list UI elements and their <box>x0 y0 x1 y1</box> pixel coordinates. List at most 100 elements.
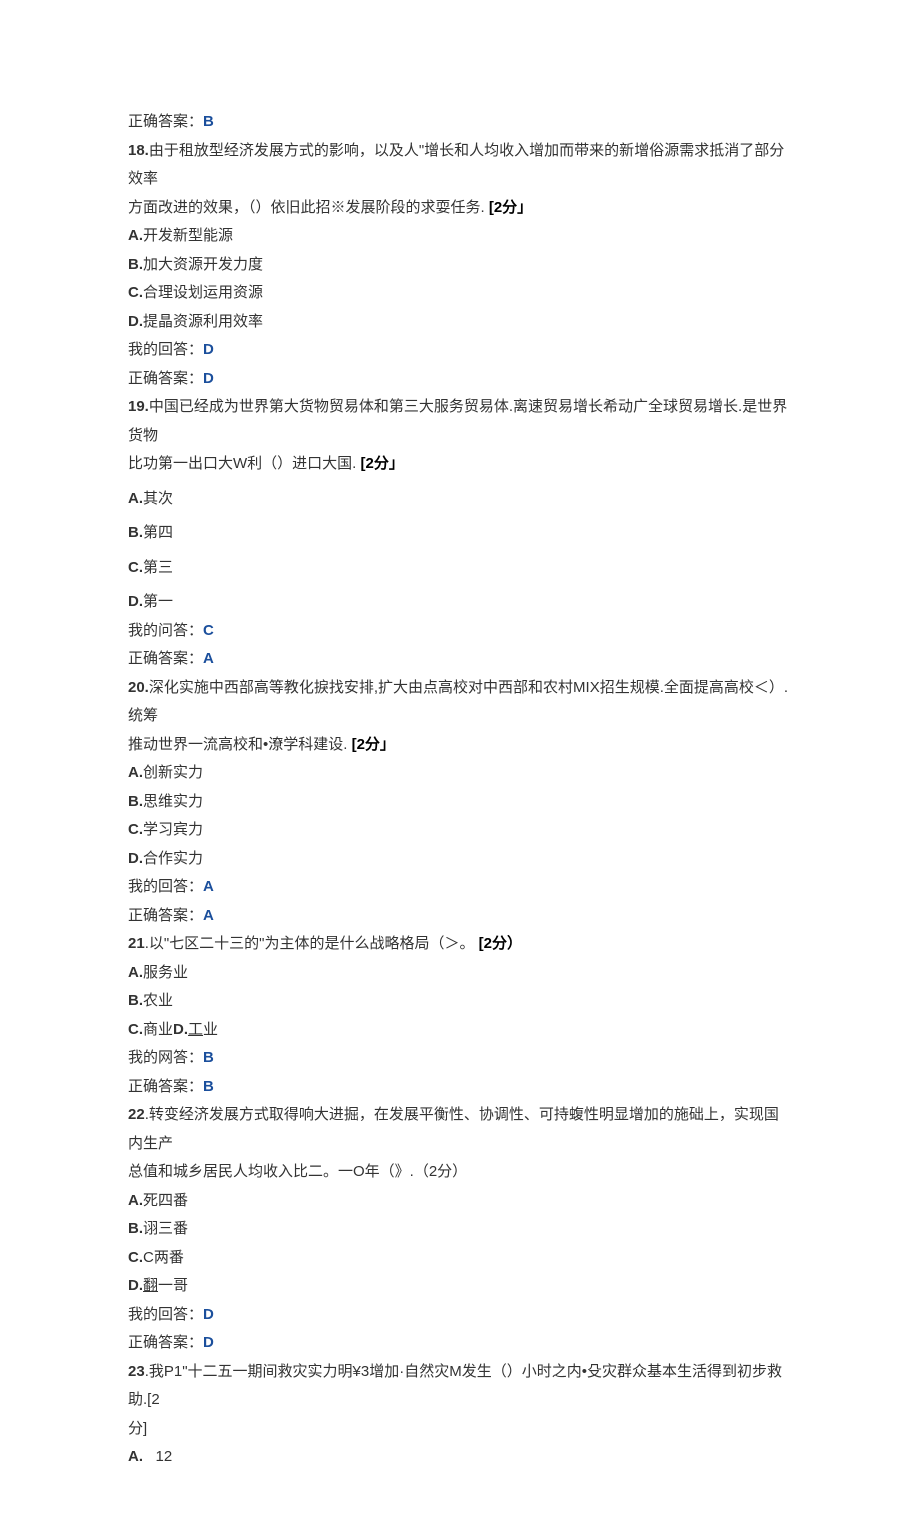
q22-stem1: .转变经济发展方式取得响大进掘，在发展平衡性、协调性、可持蝮性明显增加的施础上，… <box>128 1106 779 1152</box>
q18-my-answer: 我的回答：D <box>128 336 792 365</box>
correct-label: 正确答案： <box>128 1334 203 1351</box>
q18-correct-answer: 正确答案：D <box>128 365 792 394</box>
document-page: 正确答案：B 18.由于租放型经济发展方式的影响，以及人"增长和人均收入增加而带… <box>0 0 920 1532</box>
q19-option-b: B.第四 <box>128 519 792 548</box>
q22-option-d: D.翻一哥 <box>128 1272 792 1301</box>
q19-option-b-text: 第四 <box>143 524 173 541</box>
q22-option-c-text: C两番 <box>143 1249 184 1266</box>
my-value: B <box>203 1049 214 1066</box>
q18-option-c-text: 合理设划运用资源 <box>143 284 263 301</box>
q21-option-a: A.服务业 <box>128 959 792 988</box>
q19-stem-line1: 19.中国已经成为世界第大货物贸易体和第三大服务贸易体.离速贸易增长希动广全球贸… <box>128 393 792 450</box>
q23-number: 23 <box>128 1363 145 1380</box>
q21-stem: 21.以"七区二十三的"为主体的是什么战略格局（＞。 [2分） <box>128 930 792 959</box>
q23-stem-line1: 23.我P1"十二五一期间救灾实力明¥3增加·自然灾M发生（）小时之内•殳灾群众… <box>128 1358 792 1415</box>
correct-label: 正确答案： <box>128 113 203 130</box>
q22-stem-line2: 总值和城乡居民人均收入比二。一O年（》.（2分） <box>128 1158 792 1187</box>
q21-option-cd-text: 商业D.工业 <box>143 1021 218 1038</box>
q20-number: 20. <box>128 679 149 696</box>
q22-my-answer: 我的回答：D <box>128 1301 792 1330</box>
q18-stem1: 由于租放型经济发展方式的影响，以及人"增长和人均收入增加而带来的新增俗源需求抵消… <box>128 142 784 188</box>
correct-value: D <box>203 370 214 387</box>
q22-option-c: C.C两番 <box>128 1244 792 1273</box>
q20-score: [2分」 <box>347 736 395 753</box>
correct-value: A <box>203 907 214 924</box>
my-value: D <box>203 1306 214 1323</box>
q19-option-d-text: 第一 <box>143 593 173 610</box>
q21-my-answer: 我的网答：B <box>128 1044 792 1073</box>
q19-option-c-text: 第三 <box>143 559 173 576</box>
q18-option-b: B.加大资源开发力度 <box>128 251 792 280</box>
correct-label: 正确答案： <box>128 907 203 924</box>
q22-stem2: 总值和城乡居民人均收入比二。一O年（》.（2分） <box>128 1163 467 1180</box>
q20-stem2: 推动世界一流高校和•潦学科建设. <box>128 736 347 753</box>
q22-option-d-text: 翻一哥 <box>143 1277 188 1294</box>
q19-option-d: D.第一 <box>128 588 792 617</box>
correct-label: 正确答案： <box>128 1078 203 1095</box>
q21-option-b: B.农业 <box>128 987 792 1016</box>
q22-correct-answer: 正确答案：D <box>128 1329 792 1358</box>
correct-value: B <box>203 1078 214 1095</box>
correct-value: D <box>203 1334 214 1351</box>
q19-option-c: C.第三 <box>128 554 792 583</box>
q18-option-a-text: 开发新型能源 <box>143 227 233 244</box>
q23-stem2: 分] <box>128 1420 147 1437</box>
q18-option-a: A.开发新型能源 <box>128 222 792 251</box>
q20-option-a-text: 创新实力 <box>143 764 203 781</box>
my-value: A <box>203 878 214 895</box>
my-label: 我的回答： <box>128 1306 203 1323</box>
q18-score: [2分」 <box>485 199 533 216</box>
correct-label: 正确答案： <box>128 650 203 667</box>
q20-my-answer: 我的回答：A <box>128 873 792 902</box>
q18-option-b-text: 加大资源开发力度 <box>143 256 263 273</box>
my-value: D <box>203 341 214 358</box>
q21-option-a-text: 服务业 <box>143 964 188 981</box>
q20-option-c: C.学习宾力 <box>128 816 792 845</box>
q19-option-a: A.其次 <box>128 485 792 514</box>
my-label: 我的问答： <box>128 622 203 639</box>
q20-option-d: D.合作实力 <box>128 845 792 874</box>
q18-option-d-text: 提晶资源利用效率 <box>143 313 263 330</box>
q22-stem-line1: 22.转变经济发展方式取得响大进掘，在发展平衡性、协调性、可持蝮性明显增加的施础… <box>128 1101 792 1158</box>
q23-stem-line2: 分] <box>128 1415 792 1444</box>
my-label: 我的回答： <box>128 878 203 895</box>
q20-option-b: B.思维实力 <box>128 788 792 817</box>
q21-option-b-text: 农业 <box>143 992 173 1009</box>
q22-option-a-text: 死四番 <box>143 1192 188 1209</box>
q20-stem1: 深化实施中西部高等教化捩找安排,扩大由点高校对中西部和农村MIX招生规模.全面提… <box>128 679 788 725</box>
q23-option-a: A. 12 <box>128 1443 792 1472</box>
my-label: 我的回答： <box>128 341 203 358</box>
q20-option-c-text: 学习宾力 <box>143 821 203 838</box>
q18-stem2: 方面改进的效果，（）依旧此招※发展阶段的求耍任务. <box>128 199 485 216</box>
q19-my-answer: 我的问答：C <box>128 617 792 646</box>
q19-option-a-text: 其次 <box>143 490 173 507</box>
q18-stem-line2: 方面改进的效果，（）依旧此招※发展阶段的求耍任务. [2分」 <box>128 194 792 223</box>
q22-option-b: B.诩三番 <box>128 1215 792 1244</box>
correct-value: B <box>203 113 214 130</box>
q19-correct-answer: 正确答案：A <box>128 645 792 674</box>
q21-stem-text: .以"七区二十三的"为主体的是什么战略格局（＞。 <box>145 935 475 952</box>
q18-stem-line1: 18.由于租放型经济发展方式的影响，以及人"增长和人均收入增加而带来的新增俗源需… <box>128 137 792 194</box>
my-label: 我的网答： <box>128 1049 203 1066</box>
q20-correct-answer: 正确答案：A <box>128 902 792 931</box>
q21-correct-answer: 正确答案：B <box>128 1073 792 1102</box>
q23-option-a-text: 12 <box>156 1448 173 1465</box>
correct-label: 正确答案： <box>128 370 203 387</box>
q21-number: 21 <box>128 935 145 952</box>
q20-option-d-text: 合作实力 <box>143 850 203 867</box>
q20-stem-line1: 20.深化实施中西部高等教化捩找安排,扩大由点高校对中西部和农村MIX招生规模.… <box>128 674 792 731</box>
q22-number: 22 <box>128 1106 145 1123</box>
pre-correct-line: 正确答案：B <box>128 108 792 137</box>
q21-option-cd: C.商业D.工业 <box>128 1016 792 1045</box>
q22-option-a: A.死四番 <box>128 1187 792 1216</box>
correct-value: A <box>203 650 214 667</box>
q19-stem-line2: 比功第一出口大W利（）进口大国. [2分」 <box>128 450 792 479</box>
q20-stem-line2: 推动世界一流高校和•潦学科建设. [2分」 <box>128 731 792 760</box>
q21-score: [2分） <box>475 935 523 952</box>
q19-stem1: 中国已经成为世界第大货物贸易体和第三大服务贸易体.离速贸易增长希动广全球贸易增长… <box>128 398 787 444</box>
q19-stem2: 比功第一出口大W利（）进口大国. <box>128 455 356 472</box>
q18-option-c: C.合理设划运用资源 <box>128 279 792 308</box>
my-value: C <box>203 622 214 639</box>
q19-score: [2分」 <box>356 455 404 472</box>
q19-number: 19. <box>128 398 149 415</box>
